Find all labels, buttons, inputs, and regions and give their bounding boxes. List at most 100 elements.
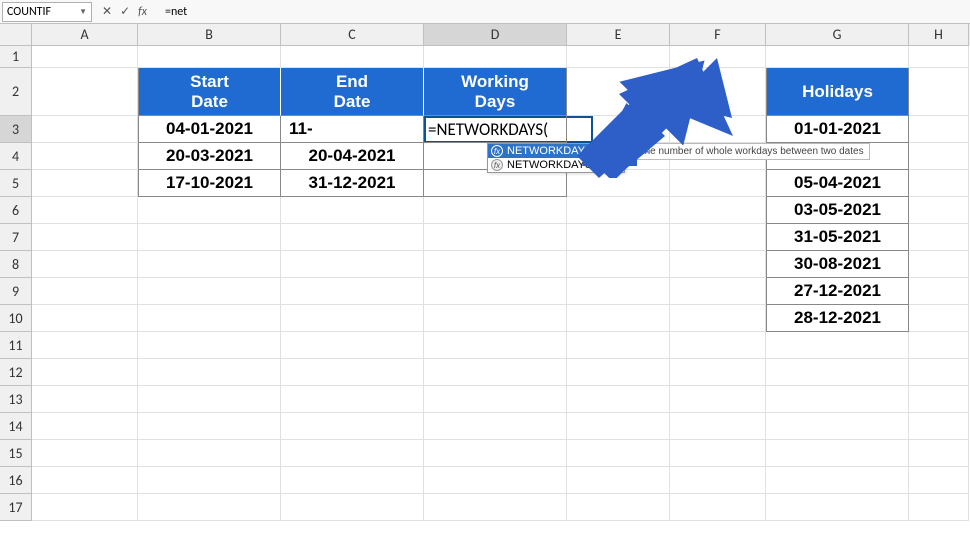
cell[interactable] [670,359,766,386]
row-header-7[interactable]: 7 [0,224,32,251]
cell[interactable] [567,332,670,359]
cell[interactable] [281,46,424,68]
cell[interactable] [567,197,670,224]
cell[interactable] [766,359,909,386]
cell[interactable] [32,143,138,170]
cell[interactable] [32,494,138,521]
cell[interactable] [670,197,766,224]
cell[interactable] [909,46,969,68]
cell[interactable] [32,224,138,251]
cell[interactable] [138,359,281,386]
cell[interactable] [424,251,567,278]
cell-g9[interactable]: 27-12-2021 [766,278,909,305]
name-box[interactable]: COUNTIF ▼ [2,2,92,22]
cell[interactable] [281,494,424,521]
cell[interactable] [670,278,766,305]
cell-d5[interactable] [424,170,567,197]
row-header-3[interactable]: 3 [0,116,32,143]
cancel-icon[interactable]: ✕ [102,4,112,19]
cell[interactable] [567,278,670,305]
row-header-8[interactable]: 8 [0,251,32,278]
cell[interactable] [567,116,670,143]
cell[interactable] [32,278,138,305]
header-end-date[interactable]: End Date [281,68,424,116]
cell[interactable] [909,359,969,386]
cell[interactable] [138,386,281,413]
row-header-17[interactable]: 17 [0,494,32,521]
cell[interactable] [567,305,670,332]
cell[interactable] [138,224,281,251]
cell[interactable] [567,224,670,251]
formula-bar-input[interactable]: =net [157,5,187,19]
cell[interactable] [567,494,670,521]
cell[interactable] [567,413,670,440]
cell-g5[interactable]: 05-04-2021 [766,170,909,197]
col-header-e[interactable]: E [567,24,670,46]
row-header-1[interactable]: 1 [0,46,32,68]
row-header-16[interactable]: 16 [0,467,32,494]
cell[interactable] [670,467,766,494]
cell[interactable] [567,46,670,68]
row-header-4[interactable]: 4 [0,143,32,170]
header-start-date[interactable]: Start Date [138,68,281,116]
cell[interactable] [909,440,969,467]
cell[interactable] [766,440,909,467]
select-all-corner[interactable] [0,24,32,46]
cell[interactable] [281,278,424,305]
cell-b4[interactable]: 20-03-2021 [138,143,281,170]
cell[interactable] [138,305,281,332]
cell[interactable] [670,170,766,197]
col-header-a[interactable]: A [32,24,138,46]
cell[interactable] [281,197,424,224]
cell-g7[interactable]: 31-05-2021 [766,224,909,251]
cell[interactable] [138,467,281,494]
cell[interactable] [281,332,424,359]
cell[interactable] [32,170,138,197]
cell[interactable] [909,116,969,143]
cell[interactable] [281,413,424,440]
cell[interactable] [909,386,969,413]
cell[interactable] [909,143,969,170]
cell[interactable] [281,467,424,494]
cell[interactable] [424,386,567,413]
row-header-5[interactable]: 5 [0,170,32,197]
cell[interactable] [424,305,567,332]
header-working-days[interactable]: Working Days [424,68,567,116]
col-header-g[interactable]: G [766,24,909,46]
cell-g3[interactable]: 01-01-2021 [766,116,909,143]
cell[interactable] [32,386,138,413]
cell[interactable] [32,197,138,224]
cell[interactable] [766,413,909,440]
cell-g6[interactable]: 03-05-2021 [766,197,909,224]
cell[interactable] [909,305,969,332]
cell[interactable] [766,386,909,413]
autocomplete-item-networkdays-intl[interactable]: fx NETWORKDAYS.INTL [488,158,624,172]
cell[interactable] [424,413,567,440]
cell[interactable] [670,494,766,521]
cell[interactable] [909,170,969,197]
cell[interactable] [670,305,766,332]
cell[interactable] [138,197,281,224]
row-header-9[interactable]: 9 [0,278,32,305]
cell[interactable] [909,413,969,440]
cell[interactable] [281,440,424,467]
cell[interactable] [670,332,766,359]
cell[interactable] [424,467,567,494]
cell[interactable] [138,440,281,467]
row-header-10[interactable]: 10 [0,305,32,332]
cell-g10[interactable]: 28-12-2021 [766,305,909,332]
cell[interactable] [670,224,766,251]
cell[interactable] [424,197,567,224]
cell[interactable] [766,332,909,359]
cell[interactable] [670,440,766,467]
cell[interactable] [138,332,281,359]
cell[interactable] [32,305,138,332]
col-header-f[interactable]: F [670,24,766,46]
cell[interactable] [32,68,138,116]
cell[interactable] [567,170,670,197]
cell[interactable] [909,224,969,251]
cell[interactable] [281,305,424,332]
cell[interactable] [567,440,670,467]
cell[interactable] [424,359,567,386]
cell[interactable] [424,224,567,251]
